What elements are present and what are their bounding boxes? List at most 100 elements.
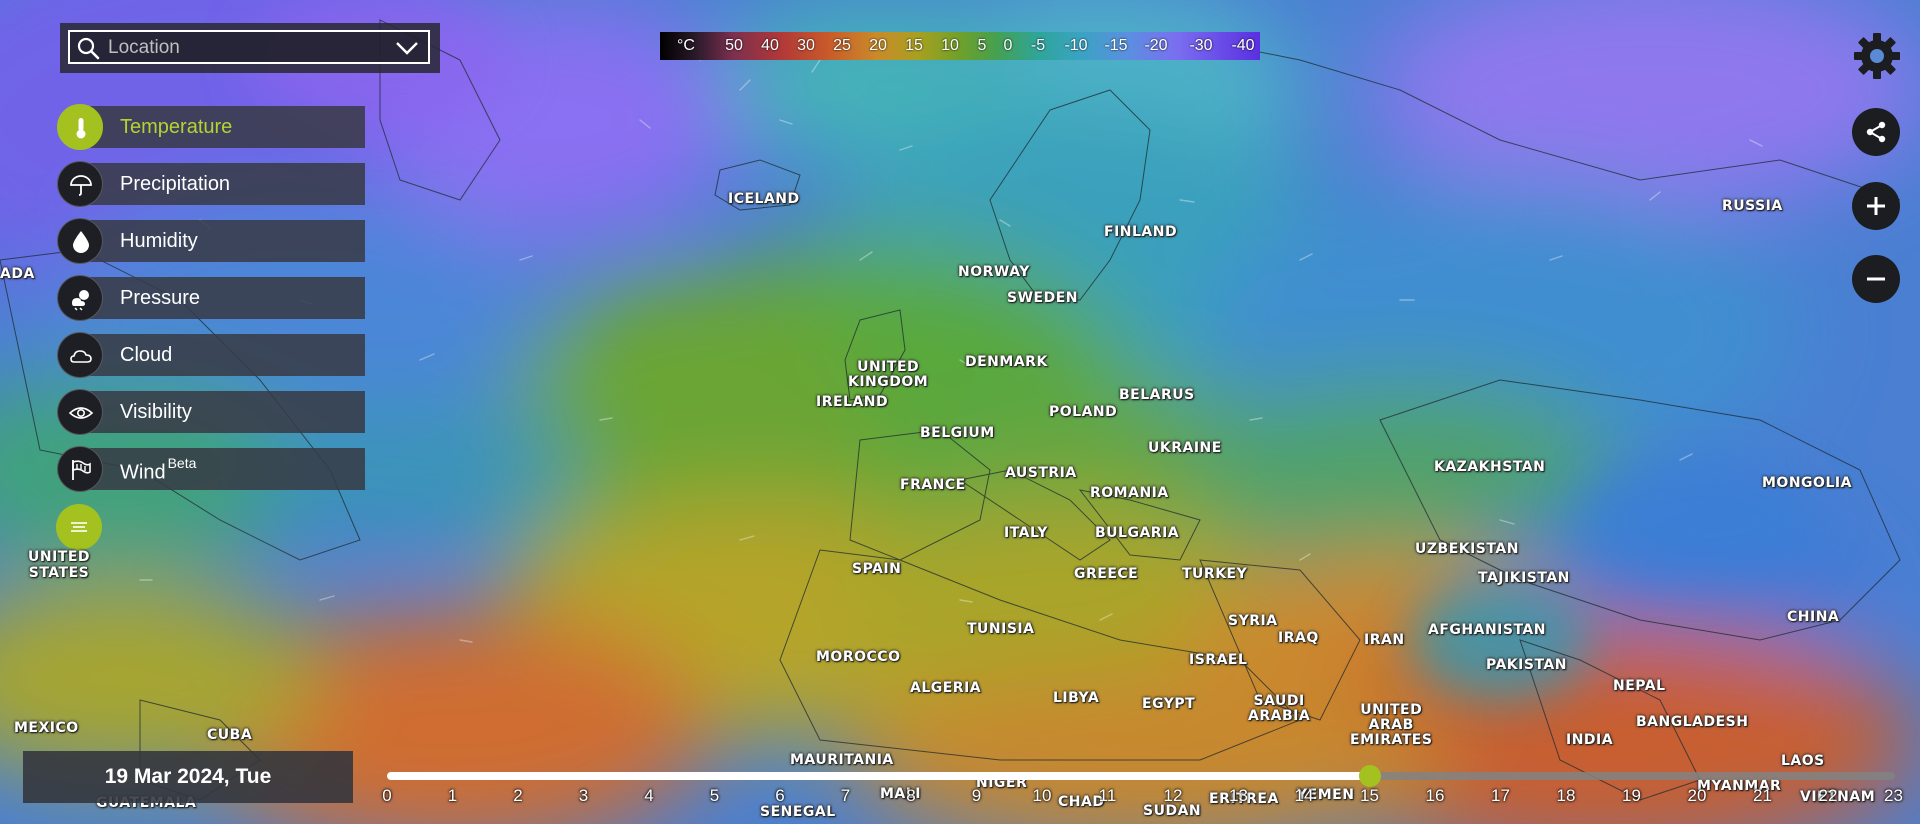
country-label: VIETNAM — [1800, 789, 1876, 805]
minus-icon — [1867, 277, 1885, 281]
country-label: IRAQ — [1278, 630, 1319, 646]
timeline-hour-label[interactable]: 20 — [1688, 786, 1707, 806]
country-label: ADA — [0, 266, 35, 282]
country-label: TUNISIA — [967, 621, 1035, 637]
layer-wind[interactable]: Wind Beta — [57, 446, 365, 492]
wind-flag-icon — [72, 460, 91, 480]
legend-value: -5 — [1030, 37, 1046, 54]
layer-label: Visibility — [120, 401, 192, 423]
legend-value: -10 — [1064, 37, 1088, 54]
legend-value: -20 — [1144, 37, 1168, 54]
timeline-hour-label[interactable]: 9 — [972, 786, 981, 806]
layer-cloud[interactable]: Cloud — [57, 332, 365, 378]
layer-icon-circle — [57, 389, 103, 435]
timeline-hour-label[interactable]: 17 — [1491, 786, 1510, 806]
heat-index-button[interactable] — [56, 504, 102, 550]
layer-label: Cloud — [120, 344, 173, 366]
layer-label: Temperature — [120, 116, 233, 138]
timeline-hour-label[interactable]: 12 — [1164, 786, 1183, 806]
country-label: SWEDEN — [1007, 290, 1078, 306]
timeline-progress — [387, 772, 1370, 780]
country-label: BANGLADESH — [1636, 714, 1749, 730]
legend-value: -15 — [1104, 37, 1128, 54]
country-label: IRAN — [1364, 632, 1405, 648]
date-selector[interactable]: 19 Mar 2024, Tue — [23, 751, 353, 803]
gear-icon[interactable] — [1852, 31, 1902, 81]
layer-icon-circle — [57, 275, 103, 321]
location-search-field[interactable] — [68, 30, 430, 64]
country-label: ROMANIA — [1090, 485, 1169, 501]
timeline-hour-label[interactable]: 15 — [1360, 786, 1379, 806]
layer-temperature[interactable]: Temperature — [57, 104, 365, 150]
layer-precipitation[interactable]: Precipitation — [57, 161, 365, 207]
timeline-hour-label[interactable]: 16 — [1426, 786, 1445, 806]
layer-label: Humidity — [120, 230, 198, 252]
timeline-hour-label[interactable]: 2 — [513, 786, 522, 806]
country-label: MEXICO — [14, 720, 79, 736]
timeline-slider[interactable] — [387, 765, 1895, 787]
legend-value: 20 — [869, 37, 887, 54]
legend-value: 0 — [1003, 37, 1013, 54]
timeline-hour-label[interactable]: 23 — [1884, 786, 1903, 806]
country-label: CUBA — [207, 727, 253, 743]
thermometer-icon — [76, 118, 86, 139]
timeline-hour-label[interactable]: 10 — [1033, 786, 1052, 806]
country-label: MAURITANIA — [790, 752, 894, 768]
country-label: SPAIN — [852, 561, 902, 577]
timeline-hour-label[interactable]: 14 — [1295, 786, 1314, 806]
timeline-hour-label[interactable]: 8 — [906, 786, 915, 806]
layer-icon-circle — [57, 332, 103, 378]
location-input[interactable] — [106, 35, 380, 61]
country-label: UNITED KINGDOM — [848, 359, 929, 390]
zoom-out-button[interactable] — [1852, 255, 1900, 303]
country-label: FINLAND — [1104, 224, 1178, 240]
legend-value: -30 — [1189, 37, 1213, 54]
timeline-hour-label[interactable]: 19 — [1622, 786, 1641, 806]
country-label: UKRAINE — [1148, 440, 1222, 456]
legend-unit: °C — [677, 37, 695, 54]
timeline-hour-label[interactable]: 3 — [579, 786, 588, 806]
heat-lines-icon — [71, 522, 87, 532]
timeline-hour-label[interactable]: 7 — [841, 786, 850, 806]
timeline-hour-label[interactable]: 5 — [710, 786, 719, 806]
zoom-in-button[interactable] — [1852, 182, 1900, 230]
layer-label: Pressure — [120, 287, 201, 309]
legend-value: 25 — [833, 37, 851, 54]
plus-icon — [1867, 197, 1885, 215]
country-label: RUSSIA — [1722, 198, 1783, 214]
layer-pressure[interactable]: Pressure — [57, 275, 365, 321]
share-button[interactable] — [1852, 108, 1900, 156]
droplet-icon — [73, 231, 89, 253]
country-label: EGYPT — [1142, 696, 1196, 712]
country-label: BULGARIA — [1095, 525, 1180, 541]
country-label: MOROCCO — [816, 649, 901, 665]
share-icon — [1866, 121, 1886, 143]
country-label: MONGOLIA — [1762, 475, 1852, 491]
timeline-hour-label[interactable]: 21 — [1753, 786, 1772, 806]
timeline-hour-label[interactable]: 6 — [775, 786, 784, 806]
layer-humidity[interactable]: Humidity — [57, 218, 365, 264]
country-label: FRANCE — [900, 477, 966, 493]
timeline-hour-label[interactable]: 11 — [1099, 786, 1117, 806]
legend-value: 50 — [725, 37, 743, 54]
location-search — [60, 23, 440, 73]
legend-value: 15 — [905, 37, 923, 54]
legend-value: 10 — [941, 37, 959, 54]
timeline-handle[interactable] — [1358, 765, 1381, 787]
country-label: SUDAN — [1143, 803, 1202, 819]
chevron-down-icon[interactable] — [394, 37, 420, 59]
country-label: BELGIUM — [920, 425, 995, 441]
layer-visibility[interactable]: Visibility — [57, 389, 365, 435]
country-label: AFGHANISTAN — [1428, 622, 1546, 638]
timeline-hour-label[interactable]: 0 — [382, 786, 391, 806]
timeline-hour-label[interactable]: 4 — [644, 786, 653, 806]
timeline-hour-label[interactable]: 22 — [1819, 786, 1838, 806]
timeline-hour-label[interactable]: 13 — [1229, 786, 1248, 806]
country-label: ICELAND — [728, 191, 800, 207]
beta-badge: Beta — [167, 455, 197, 471]
layer-icon-circle — [57, 218, 103, 264]
legend-value: 5 — [977, 37, 987, 54]
timeline-hour-label[interactable]: 1 — [448, 786, 457, 806]
timeline-hour-label[interactable]: 18 — [1557, 786, 1576, 806]
country-label: ISRAEL — [1189, 652, 1248, 668]
